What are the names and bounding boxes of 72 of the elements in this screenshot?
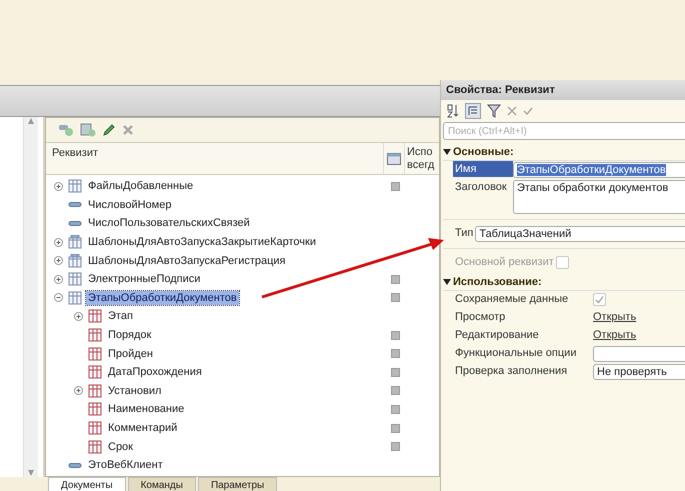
sort-icon[interactable] bbox=[447, 104, 459, 118]
tree-item[interactable]: ЭтапыОбработкиДокументов bbox=[86, 290, 239, 305]
attribute-icon bbox=[68, 462, 82, 468]
register-icon bbox=[68, 254, 82, 268]
column-icon bbox=[88, 384, 102, 398]
property-label: Заголовок bbox=[454, 180, 508, 195]
column-icon bbox=[88, 346, 102, 361]
tree-item[interactable]: ЧислоПользовательскихСвязей bbox=[86, 216, 252, 230]
expand-icon[interactable] bbox=[54, 274, 62, 284]
collapse-triangle-icon[interactable] bbox=[443, 278, 451, 286]
expand-icon[interactable] bbox=[54, 182, 62, 191]
input-field[interactable]: ТаблицаЗначений bbox=[475, 226, 685, 242]
section-title: Использование: bbox=[453, 276, 542, 288]
expand-icon[interactable] bbox=[74, 386, 82, 396]
input-field[interactable]: ЭтапыОбработкиДокументов bbox=[513, 162, 685, 178]
register-icon bbox=[68, 235, 82, 250]
column-icon bbox=[88, 402, 102, 416]
tree-item[interactable]: Этап bbox=[106, 309, 135, 324]
column-icon bbox=[88, 328, 102, 342]
open-link[interactable]: Открыть bbox=[593, 327, 636, 341]
attribute-icon bbox=[68, 220, 82, 226]
input-field[interactable]: Не проверять bbox=[593, 364, 685, 380]
tree-item[interactable]: ЭлектронныеПодписи bbox=[86, 272, 202, 286]
property-label: Имя bbox=[453, 161, 513, 177]
tree-item[interactable]: Установил bbox=[106, 384, 164, 398]
column-header[interactable]: Реквизит bbox=[46, 143, 383, 174]
collapse-icon[interactable] bbox=[54, 293, 62, 302]
bottom-tab[interactable]: Команды bbox=[128, 477, 196, 491]
bottom-tab[interactable]: Параметры bbox=[198, 477, 278, 491]
property-label: Проверка заполнения bbox=[454, 364, 568, 379]
text-area[interactable]: Этапы обработки документов bbox=[513, 180, 685, 214]
section-title: Основные: bbox=[453, 146, 514, 158]
column-icon bbox=[88, 440, 102, 454]
panel-title: Свойства: Реквизит bbox=[441, 80, 685, 100]
tree-item[interactable]: ШаблоныДляАвтоЗапускаРегистрация bbox=[86, 254, 288, 268]
column-icon bbox=[88, 309, 102, 324]
tree-item[interactable]: Срок bbox=[106, 440, 135, 454]
tree-item[interactable]: ШаблоныДляАвтоЗапускаЗакрытиеКарточки bbox=[86, 235, 318, 250]
expand-icon[interactable] bbox=[54, 256, 62, 266]
property-label: Сохраняемые данные bbox=[454, 292, 570, 307]
property-label: Просмотр bbox=[454, 310, 506, 325]
filter-icon[interactable] bbox=[487, 104, 501, 118]
tree-item[interactable]: ЭтоВебКлиент bbox=[86, 458, 165, 472]
tree-item[interactable]: ЧисловойНомер bbox=[86, 198, 174, 212]
tree-item[interactable]: Порядок bbox=[106, 328, 154, 342]
bottom-tab[interactable]: Документы bbox=[48, 477, 126, 491]
property-label: Основной реквизит bbox=[454, 255, 555, 270]
expand-icon[interactable] bbox=[54, 238, 62, 247]
tree-item[interactable]: Комментарий bbox=[106, 421, 180, 436]
expand-icon[interactable] bbox=[74, 312, 82, 321]
table-icon bbox=[68, 290, 82, 305]
categories-icon[interactable] bbox=[465, 103, 481, 119]
form-icon bbox=[387, 152, 401, 164]
tree-item[interactable]: Наименование bbox=[106, 402, 186, 416]
table-icon bbox=[68, 179, 82, 194]
column-icon bbox=[88, 365, 102, 380]
check-icon[interactable] bbox=[523, 106, 533, 116]
property-label: Функциональные опции bbox=[454, 346, 578, 361]
column-header[interactable]: Испо всегд bbox=[405, 143, 439, 174]
tree-item[interactable]: Пройден bbox=[106, 346, 155, 361]
attribute-icon bbox=[68, 202, 82, 208]
property-label: Редактирование bbox=[454, 328, 540, 343]
tree-item[interactable]: ФайлыДобавленные bbox=[86, 179, 196, 194]
edit-icon[interactable] bbox=[102, 123, 116, 137]
tree-item[interactable]: ДатаПрохождения bbox=[106, 365, 204, 380]
table-icon bbox=[68, 272, 82, 286]
search-field[interactable]: Поиск (Ctrl+Alt+I) bbox=[443, 122, 685, 140]
collapse-triangle-icon[interactable] bbox=[443, 148, 451, 156]
property-label: Тип bbox=[454, 226, 474, 241]
column-icon bbox=[88, 421, 102, 436]
open-link[interactable]: Открыть bbox=[593, 309, 636, 323]
add-table-icon[interactable] bbox=[80, 123, 96, 137]
